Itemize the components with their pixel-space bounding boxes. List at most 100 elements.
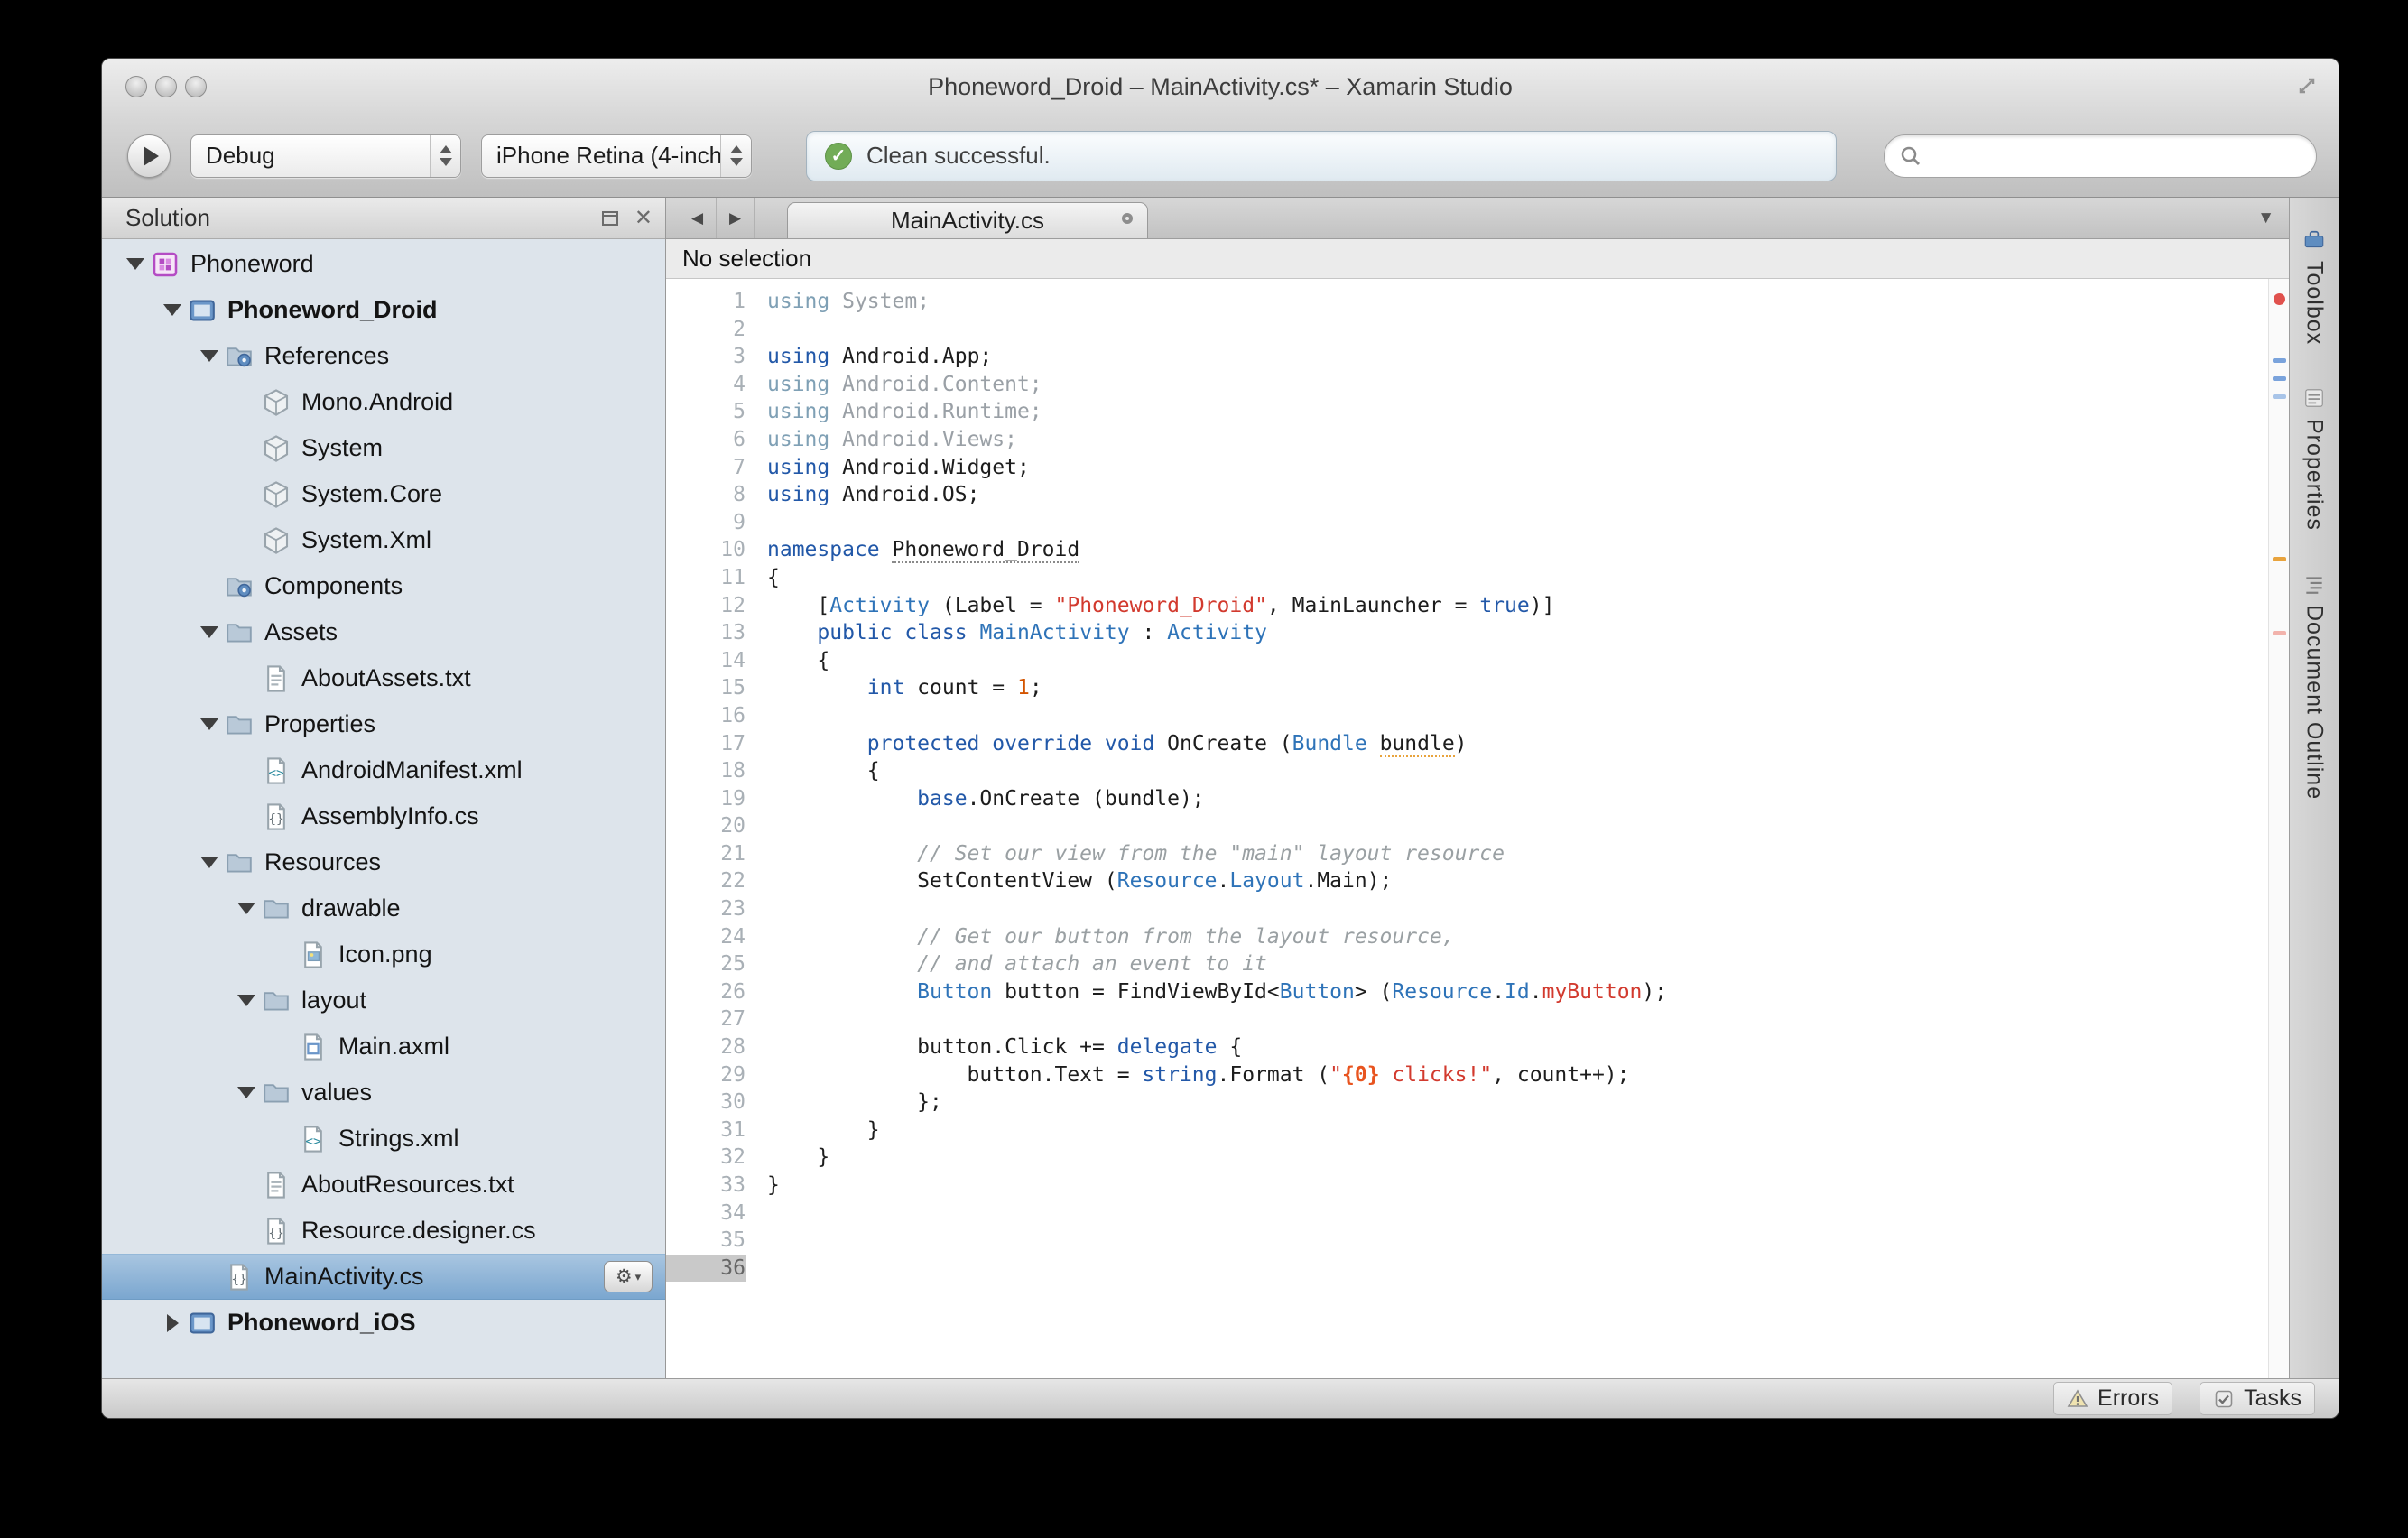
tab-list-dropdown-icon[interactable]: ▼ [2257, 198, 2274, 238]
tree-item-icon-png[interactable]: Icon.png [102, 931, 665, 977]
task-marker[interactable] [2273, 557, 2286, 561]
tree-item-system-core[interactable]: System.Core [102, 471, 665, 517]
tree-item-aboutassets-txt[interactable]: AboutAssets.txt [102, 655, 665, 701]
task-marker[interactable] [2273, 376, 2286, 381]
configuration-selector[interactable]: Debug [190, 134, 461, 178]
disclosure-expanded-icon[interactable] [237, 1087, 255, 1098]
disclosure-slot[interactable] [231, 1087, 262, 1098]
search-input[interactable] [1931, 143, 2301, 169]
configuration-value: Debug [206, 142, 275, 169]
tree-item-label: Phoneword_Droid [227, 296, 438, 323]
tree-item-label: System.Core [301, 480, 443, 507]
device-selector[interactable]: iPhone Retina (4-inch [481, 134, 752, 178]
disclosure-slot[interactable] [231, 903, 262, 914]
line-number: 34 [720, 1200, 746, 1225]
tree-item-label: Phoneword [190, 250, 314, 277]
svg-text:{}: {} [268, 812, 283, 827]
dock-tab-document-outline[interactable]: Document Outline [2301, 572, 2328, 800]
tree-item-phoneword-droid[interactable]: Phoneword_Droid [102, 287, 665, 333]
code-line: public class MainActivity : Activity [817, 621, 1267, 645]
tree-item-references[interactable]: References [102, 333, 665, 379]
tree-item-androidmanifest-xml[interactable]: <> AndroidManifest.xml [102, 747, 665, 793]
tree-item-assemblyinfo-cs[interactable]: {} AssemblyInfo.cs [102, 793, 665, 839]
dock-tab-properties[interactable]: Properties [2301, 386, 2328, 531]
minimize-window-button[interactable] [155, 76, 177, 97]
line-number: 8 [733, 483, 746, 507]
tree-item-system-xml[interactable]: System.Xml [102, 517, 665, 563]
disclosure-slot[interactable] [194, 857, 225, 868]
tree-item-phoneword-ios[interactable]: Phoneword_iOS [102, 1300, 665, 1346]
disclosure-slot[interactable] [194, 350, 225, 362]
navigate-back-button[interactable]: ◀ [679, 198, 717, 238]
tree-item-mono-android[interactable]: Mono.Android [102, 379, 665, 425]
tree-item-resource-designer-cs[interactable]: {} Resource.designer.cs [102, 1208, 665, 1254]
tree-item-values[interactable]: values [102, 1070, 665, 1116]
disclosure-slot[interactable] [120, 258, 151, 270]
disclosure-collapsed-icon[interactable] [166, 1313, 179, 1332]
disclosure-expanded-icon[interactable] [126, 258, 144, 270]
tab-mainactivity[interactable]: MainActivity.cs [787, 202, 1148, 238]
xmlfile-icon: <> [262, 756, 291, 785]
disclosure-expanded-icon[interactable] [200, 857, 218, 868]
disclosure-slot[interactable] [157, 304, 188, 316]
code-line: // Get our button from the layout resour… [917, 924, 1455, 949]
task-marker[interactable] [2274, 293, 2285, 305]
tree-item-label: AndroidManifest.xml [301, 756, 523, 783]
errors-button[interactable]: Errors [2053, 1382, 2173, 1415]
code-editor[interactable]: 1 2 3 4 5 6 7 8 9 10 11 12 13 14 15 16 17 18 19 20 21 22 23 24 2… [666, 279, 2289, 1378]
stepper-icon[interactable] [430, 134, 460, 177]
tasks-button[interactable]: Tasks [2200, 1382, 2315, 1415]
disclosure-slot[interactable] [231, 995, 262, 1006]
disclosure-expanded-icon[interactable] [163, 304, 181, 316]
tree-item-label: Properties [264, 710, 376, 737]
fullscreen-icon[interactable] [2295, 74, 2319, 102]
task-marker[interactable] [2273, 631, 2286, 635]
close-window-button[interactable] [125, 76, 147, 97]
assembly-icon [262, 388, 291, 417]
dock-pad-icon[interactable] [600, 208, 620, 228]
tree-item-drawable[interactable]: drawable [102, 885, 665, 931]
breadcrumb[interactable]: No selection [666, 239, 2289, 279]
dock-tab-toolbox[interactable]: Toolbox [2301, 228, 2328, 345]
disclosure-expanded-icon[interactable] [237, 903, 255, 914]
item-actions-gear-button[interactable]: ⚙ ▾ [604, 1261, 653, 1292]
tree-item-layout[interactable]: layout [102, 977, 665, 1024]
tree-item-properties[interactable]: Properties [102, 701, 665, 747]
tree-item-label: Strings.xml [338, 1125, 459, 1152]
tree-item-assets[interactable]: Assets [102, 609, 665, 655]
disclosure-expanded-icon[interactable] [200, 626, 218, 638]
stepper-icon[interactable] [720, 134, 751, 177]
zoom-window-button[interactable] [185, 76, 207, 97]
tree-item-system[interactable]: System [102, 425, 665, 471]
tree-item-main-axml[interactable]: Main.axml [102, 1024, 665, 1070]
disclosure-expanded-icon[interactable] [200, 718, 218, 730]
line-number: 19 [720, 786, 746, 811]
close-pad-icon[interactable]: ✕ [634, 207, 653, 229]
navigate-forward-button[interactable]: ▶ [717, 198, 755, 238]
tree-item-components[interactable]: Components [102, 563, 665, 609]
tab-close-icon[interactable] [1122, 213, 1133, 224]
run-button[interactable] [127, 134, 171, 178]
quick-task-bar[interactable] [2268, 279, 2289, 1378]
disclosure-expanded-icon[interactable] [237, 995, 255, 1006]
tree-item-mainactivity-cs[interactable]: {} MainActivity.cs ⚙ ▾ [102, 1254, 665, 1300]
tree-item-resources[interactable]: Resources [102, 839, 665, 885]
disclosure-slot[interactable] [194, 718, 225, 730]
svg-text:<>: <> [268, 766, 284, 781]
line-number: 28 [720, 1035, 746, 1060]
disclosure-slot[interactable] [194, 626, 225, 638]
solution-tree: Phoneword Phoneword_Droid References Mono.A… [102, 239, 665, 1378]
tree-item-aboutresources-txt[interactable]: AboutResources.txt [102, 1162, 665, 1208]
task-marker[interactable] [2273, 394, 2286, 399]
tree-item-strings-xml[interactable]: <> Strings.xml [102, 1116, 665, 1162]
task-marker[interactable] [2273, 358, 2286, 363]
disclosure-expanded-icon[interactable] [200, 350, 218, 362]
code-text[interactable]: using System; using Android.App; using And… [756, 279, 2268, 1378]
line-number: 20 [720, 814, 746, 838]
search-field[interactable] [1884, 134, 2317, 178]
tree-item-phoneword[interactable]: Phoneword [102, 241, 665, 287]
disclosure-slot[interactable] [157, 1313, 188, 1332]
